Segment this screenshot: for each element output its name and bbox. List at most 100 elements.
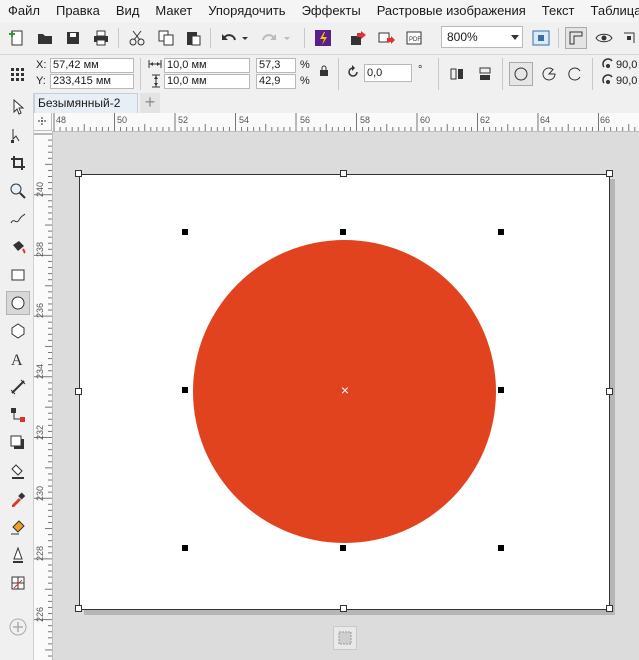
page-handle[interactable] xyxy=(606,388,613,395)
page-handle[interactable] xyxy=(340,605,347,612)
rotation-center-marker[interactable]: × xyxy=(339,383,351,397)
menu-file[interactable]: Файл xyxy=(0,0,48,22)
page-handle[interactable] xyxy=(75,170,82,177)
interactive-fill-tool-icon[interactable] xyxy=(6,515,30,539)
smart-drawing-tool-icon[interactable] xyxy=(6,543,30,567)
property-bar: X: 57,42 мм Y: 233,415 мм 10,0 мм 10,0 м… xyxy=(0,55,639,94)
paste-icon[interactable] xyxy=(182,27,204,49)
rectangle-tool-icon[interactable] xyxy=(6,263,30,287)
menu-view[interactable]: Вид xyxy=(108,0,148,22)
height-field[interactable]: 10,0 мм xyxy=(164,74,250,89)
parallel-dimension-tool-icon[interactable] xyxy=(6,375,30,399)
ruler-origin-icon[interactable] xyxy=(34,113,52,131)
lock-ratio-icon[interactable] xyxy=(319,65,329,82)
width-field[interactable]: 10,0 мм xyxy=(164,58,250,73)
ellipse-mode-icon[interactable] xyxy=(509,62,533,86)
snap-to-icon[interactable] xyxy=(618,27,639,49)
ruler-label: 226 xyxy=(35,606,45,622)
page-handle[interactable] xyxy=(340,170,347,177)
new-document-icon[interactable] xyxy=(6,27,28,49)
ruler-label: 60 xyxy=(420,115,431,125)
mirror-vertical-icon[interactable] xyxy=(474,63,496,85)
connector-tool-icon[interactable] xyxy=(6,403,30,427)
start-angle-value[interactable]: 90,0 xyxy=(616,58,637,73)
freehand-tool-icon[interactable] xyxy=(6,207,30,231)
selection-handle[interactable] xyxy=(498,229,504,235)
print-icon[interactable] xyxy=(90,27,112,49)
text-tool-icon[interactable]: A xyxy=(6,347,30,371)
y-position-field[interactable]: 233,415 мм xyxy=(50,74,134,89)
corel-connect-icon[interactable] xyxy=(312,27,334,49)
selection-handle[interactable] xyxy=(498,387,504,393)
ruler-label: 236 xyxy=(35,302,45,318)
add-tab-button[interactable]: + xyxy=(140,93,160,113)
view-options-icon[interactable] xyxy=(593,27,615,49)
export-pdf-icon[interactable]: PDF xyxy=(404,27,426,49)
menu-bitmaps[interactable]: Растровые изображения xyxy=(369,0,534,22)
x-position-field[interactable]: 57,42 мм xyxy=(50,58,134,73)
selection-handle[interactable] xyxy=(340,545,346,551)
selection-handle[interactable] xyxy=(182,229,188,235)
rotation-field[interactable]: 0,0 xyxy=(364,64,412,82)
shape-tool-icon[interactable] xyxy=(6,123,30,147)
menu-arrange[interactable]: Упорядочить xyxy=(200,0,293,22)
eyedropper-tool-icon[interactable] xyxy=(6,487,30,511)
standard-toolbar: PDF 800% xyxy=(0,22,639,55)
drop-shadow-tool-icon[interactable] xyxy=(6,431,30,455)
page-handle[interactable] xyxy=(606,170,613,177)
menu-edit[interactable]: Правка xyxy=(48,0,108,22)
import-icon[interactable] xyxy=(348,27,370,49)
copy-icon[interactable] xyxy=(155,27,177,49)
menu-layout[interactable]: Макет xyxy=(147,0,200,22)
zoom-tool-icon[interactable] xyxy=(6,179,30,203)
scale-width-field[interactable]: 57,3 xyxy=(256,58,296,73)
end-angle-icon xyxy=(602,74,614,91)
page-handle[interactable] xyxy=(606,605,613,612)
object-origin-icon[interactable] xyxy=(6,63,28,85)
show-rulers-icon[interactable] xyxy=(565,27,587,49)
tab-document[interactable]: Безымянный-2 xyxy=(34,93,138,113)
ellipse-tool-icon[interactable] xyxy=(6,291,30,315)
selection-handle[interactable] xyxy=(498,545,504,551)
pie-mode-icon[interactable] xyxy=(538,63,560,85)
ruler-label: 50 xyxy=(117,115,128,125)
y-label: Y: xyxy=(36,75,46,87)
pick-tool-icon[interactable] xyxy=(6,95,30,119)
mesh-fill-tool-icon[interactable] xyxy=(6,571,30,595)
redo-icon[interactable] xyxy=(258,27,280,49)
navigator-button[interactable] xyxy=(333,626,357,650)
add-tool-icon[interactable] xyxy=(6,615,30,639)
export-icon[interactable] xyxy=(376,27,398,49)
smart-fill-tool-icon[interactable] xyxy=(6,235,30,259)
full-screen-preview-icon[interactable] xyxy=(530,27,552,49)
open-folder-icon[interactable] xyxy=(34,27,56,49)
ruler-label: 230 xyxy=(35,485,45,501)
menu-text[interactable]: Текст xyxy=(534,0,583,22)
ruler-label: 232 xyxy=(35,424,45,440)
end-angle-value[interactable]: 90,0 xyxy=(616,74,637,89)
selection-handle[interactable] xyxy=(182,545,188,551)
selection-handle[interactable] xyxy=(340,229,346,235)
menu-bar: Файл Правка Вид Макет Упорядочить Эффект… xyxy=(0,0,639,22)
polygon-tool-icon[interactable] xyxy=(6,319,30,343)
crop-tool-icon[interactable] xyxy=(6,151,30,175)
cut-icon[interactable] xyxy=(126,27,148,49)
scale-height-field[interactable]: 42,9 xyxy=(256,74,296,89)
page-handle[interactable] xyxy=(75,388,82,395)
vertical-ruler[interactable]: 240 238 236 234 232 230 228 226 xyxy=(34,131,53,660)
menu-table[interactable]: Таблица xyxy=(583,0,639,22)
zoom-level-select[interactable]: 800% xyxy=(441,26,523,48)
undo-dropdown-icon[interactable] xyxy=(240,27,250,49)
ruler-label: 234 xyxy=(35,363,45,379)
mirror-horizontal-icon[interactable] xyxy=(446,63,468,85)
horizontal-ruler[interactable]: 48 50 52 54 56 58 60 62 64 66 xyxy=(34,113,639,132)
ruler-label: 54 xyxy=(239,115,250,125)
transparency-tool-icon[interactable] xyxy=(6,459,30,483)
selection-handle[interactable] xyxy=(182,387,188,393)
undo-icon[interactable] xyxy=(218,27,240,49)
menu-effects[interactable]: Эффекты xyxy=(294,0,369,22)
arc-mode-icon[interactable] xyxy=(564,63,586,85)
redo-dropdown-icon[interactable] xyxy=(282,27,292,49)
page-handle[interactable] xyxy=(75,605,82,612)
save-icon[interactable] xyxy=(62,27,84,49)
